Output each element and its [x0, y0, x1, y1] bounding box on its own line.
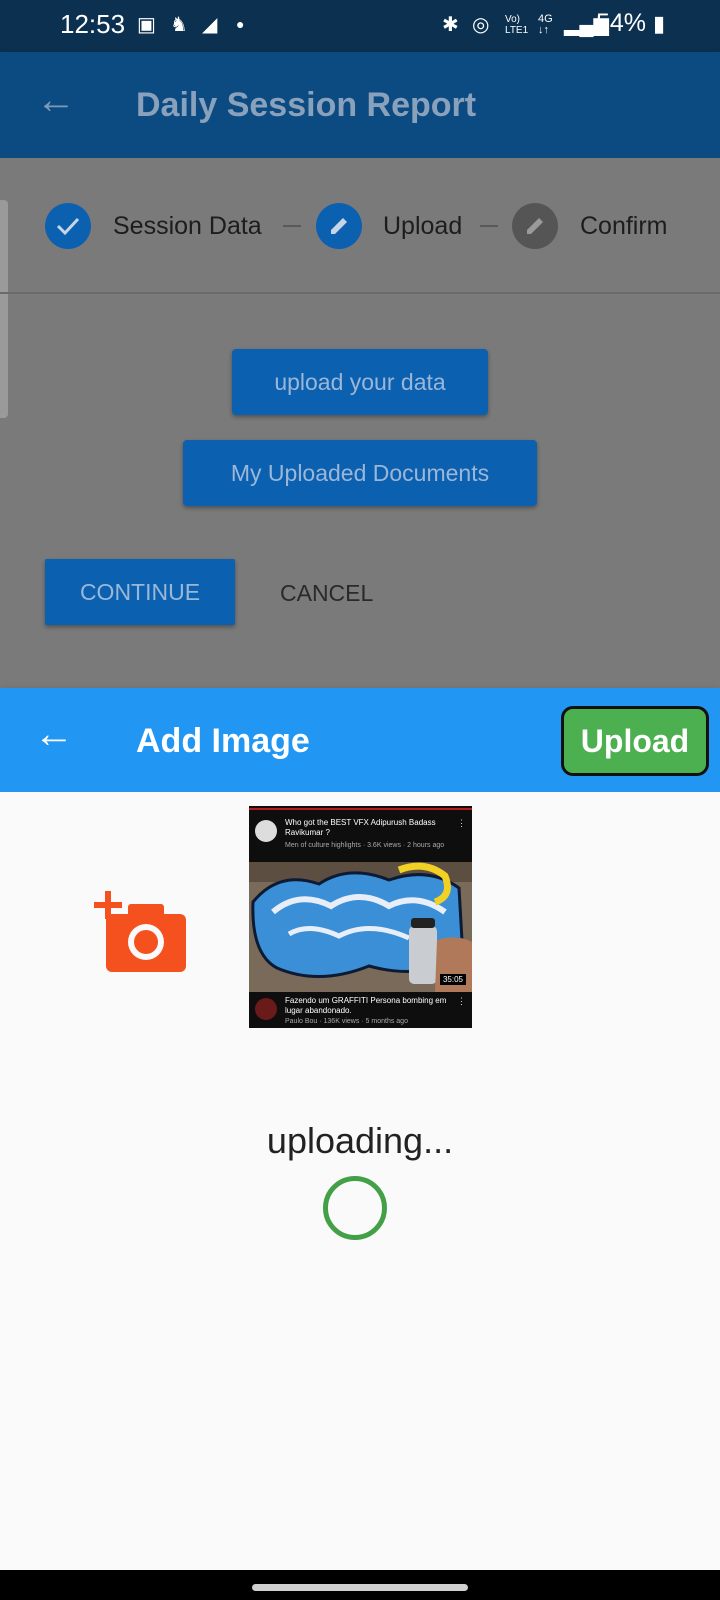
4g-icon: 4G ↓↑ — [538, 13, 553, 36]
screen-record-icon: ▣ — [137, 14, 156, 36]
step-label-session-data[interactable]: Session Data — [113, 212, 262, 241]
check-icon — [56, 217, 80, 236]
bluetooth-icon: ✱ — [442, 14, 459, 36]
video-meta: Paulo Bou · 136K views · 5 months ago — [285, 1018, 408, 1025]
stepper-divider — [0, 292, 720, 294]
sheet-title: Add Image — [136, 722, 310, 760]
hotspot-icon: ◎ — [472, 14, 490, 36]
dot-icon: ● — [236, 16, 245, 32]
step-current-indicator — [316, 203, 362, 249]
video-duration: 35:05 — [439, 974, 466, 985]
step-connector — [480, 225, 498, 227]
flutter-icon: ◢ — [202, 14, 218, 36]
step-connector — [283, 225, 301, 227]
step-label-upload[interactable]: Upload — [383, 212, 462, 241]
pencil-icon — [331, 218, 347, 234]
uploading-status: uploading... — [266, 1120, 454, 1161]
add-photo-icon[interactable] — [94, 890, 190, 974]
back-arrow-icon[interactable]: ← — [34, 712, 74, 757]
battery-percentage: 54% ▮ — [596, 9, 666, 37]
back-arrow-icon[interactable]: ← — [36, 78, 76, 123]
video-row: Who got the BEST VFX Adipurush Badass Ra… — [249, 806, 472, 862]
loading-spinner — [323, 1176, 387, 1240]
pencil-icon — [527, 218, 543, 234]
home-gesture-handle[interactable] — [252, 1584, 468, 1591]
status-time: 12:53 — [60, 9, 126, 39]
report-app-bar: ← Daily Session Report — [0, 52, 720, 158]
channel-avatar — [255, 998, 277, 1020]
video-title: Who got the BEST VFX Adipurush Badass Ra… — [285, 818, 436, 837]
more-icon: ⋮ — [457, 818, 466, 828]
battery-icon: ▮ — [653, 11, 666, 36]
step-label-confirm[interactable]: Confirm — [580, 212, 668, 241]
upload-button[interactable]: Upload — [561, 706, 709, 776]
my-uploaded-documents-button[interactable]: My Uploaded Documents — [183, 440, 537, 506]
video-title: Fazendo um GRAFFITI Persona bombing em l… — [285, 996, 447, 1015]
status-bar: 12:53 ▣ ♞ ◢ ● ✱ ◎ Vo) LTE1 4G ↓↑ ▂▄▆ 54% ▮ — [0, 0, 720, 52]
continue-button[interactable]: CONTINUE — [45, 559, 235, 625]
video-meta: Men of culture highlights · 3.6K views ·… — [285, 842, 445, 849]
app-notification-icon: ♞ — [170, 14, 188, 36]
more-icon: ⋮ — [457, 996, 466, 1006]
upload-your-data-button[interactable]: upload your data — [232, 349, 488, 415]
step-pending-indicator — [512, 203, 558, 249]
channel-avatar — [255, 820, 277, 842]
graffiti-image — [249, 862, 472, 992]
cancel-button[interactable]: CANCEL — [280, 580, 373, 607]
video-row: Fazendo um GRAFFITI Persona bombing em l… — [249, 992, 472, 1028]
page-title: Daily Session Report — [136, 86, 477, 124]
step-done-indicator — [45, 203, 91, 249]
add-image-app-bar: ← Add Image Upload — [0, 688, 720, 792]
volte-icon: Vo) LTE1 — [505, 14, 529, 36]
scroll-handle[interactable] — [0, 200, 8, 418]
selected-image-thumbnail[interactable]: Who got the BEST VFX Adipurush Badass Ra… — [249, 806, 472, 1028]
